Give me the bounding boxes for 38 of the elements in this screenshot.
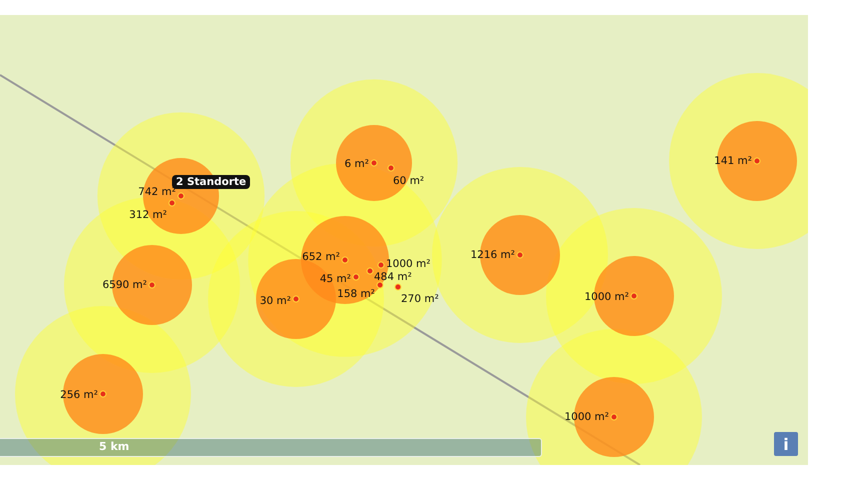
location-dot[interactable] (394, 284, 402, 290)
location-dot[interactable] (366, 268, 374, 274)
location-dot[interactable] (610, 414, 618, 420)
location-dot[interactable] (342, 256, 348, 264)
area-label: 312 m² (129, 209, 167, 221)
area-label: 158 m² (337, 288, 375, 300)
scale-label: 5 km (99, 440, 130, 453)
map-background[interactable]: 6 m² 60 m² 742 m² 312 m² 6590 m² 256 m² 30 m² 652 m² 1000 m² 45 m² 484 m² 158 m² 270 m² 1216 m² 1000 m² 1000 m² 141 m² 2 Standorte 5 km i (0, 15, 808, 465)
location-dot[interactable] (388, 164, 394, 172)
location-dot[interactable] (292, 296, 300, 302)
area-label: 1000 m² (584, 291, 629, 303)
location-dot[interactable] (178, 192, 184, 200)
area-label: 60 m² (393, 175, 424, 187)
area-label: 652 m² (302, 251, 340, 263)
cluster-tooltip: 2 Standorte (172, 175, 250, 189)
area-label: 6 m² (344, 158, 369, 170)
location-dot[interactable] (376, 282, 384, 288)
area-label: 742 m² (138, 186, 176, 198)
location-dot[interactable] (378, 262, 384, 268)
area-label: 270 m² (401, 293, 439, 305)
location-dot[interactable] (754, 158, 760, 164)
area-label: 1216 m² (470, 249, 515, 261)
area-label: 256 m² (60, 389, 98, 401)
location-dot[interactable] (100, 390, 106, 398)
location-dot[interactable] (630, 292, 638, 300)
area-label: 484 m² (374, 271, 412, 283)
area-label: 30 m² (260, 295, 291, 307)
area-label: 141 m² (714, 155, 752, 167)
location-dot[interactable] (516, 252, 524, 258)
location-dot[interactable] (148, 282, 156, 288)
location-dot[interactable] (370, 160, 378, 166)
area-label: 1000 m² (386, 258, 430, 270)
area-label: 1000 m² (564, 411, 609, 423)
location-dot[interactable] (352, 274, 360, 280)
info-button[interactable]: i (774, 432, 798, 456)
area-label: 6590 m² (102, 279, 147, 291)
area-label: 45 m² (320, 273, 351, 285)
location-dot[interactable] (168, 200, 176, 206)
